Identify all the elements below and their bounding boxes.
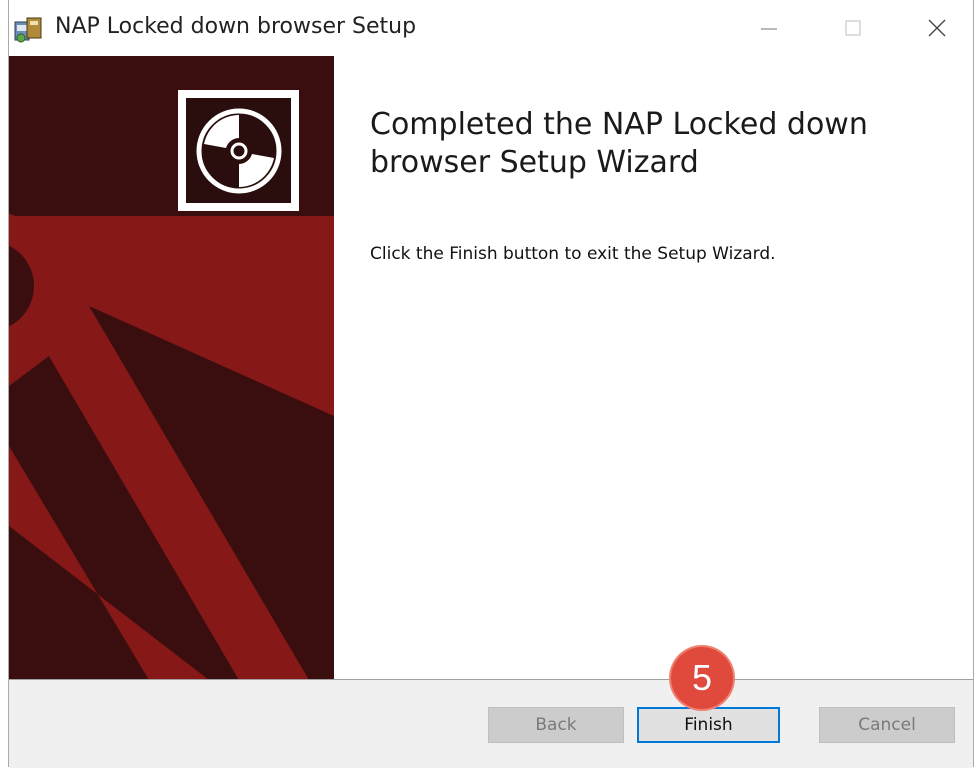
- maximize-icon: [845, 20, 861, 36]
- completion-heading: Completed the NAP Locked down browser Se…: [370, 107, 868, 180]
- wizard-side-banner: [9, 56, 334, 680]
- installer-icon: [13, 14, 45, 44]
- step-number-badge: 5: [671, 647, 733, 709]
- close-icon: [928, 19, 946, 37]
- maximize-button[interactable]: [821, 0, 885, 56]
- cd-logo: [178, 90, 299, 211]
- title-bar: NAP Locked down browser Setup: [9, 0, 973, 56]
- cancel-button[interactable]: Cancel: [819, 707, 955, 743]
- finish-button[interactable]: Finish: [637, 707, 780, 743]
- setup-window: NAP Locked down browser Setup Completed …: [8, 0, 974, 768]
- window-title: NAP Locked down browser Setup: [55, 14, 417, 39]
- back-button[interactable]: Back: [488, 707, 624, 743]
- instruction-text: Click the Finish button to exit the Setu…: [370, 244, 776, 264]
- minimize-icon: [761, 28, 777, 30]
- wizard-footer: Back Finish Cancel: [9, 679, 973, 768]
- disc-icon: [196, 108, 281, 193]
- minimize-button[interactable]: [737, 0, 801, 56]
- close-button[interactable]: [905, 0, 969, 56]
